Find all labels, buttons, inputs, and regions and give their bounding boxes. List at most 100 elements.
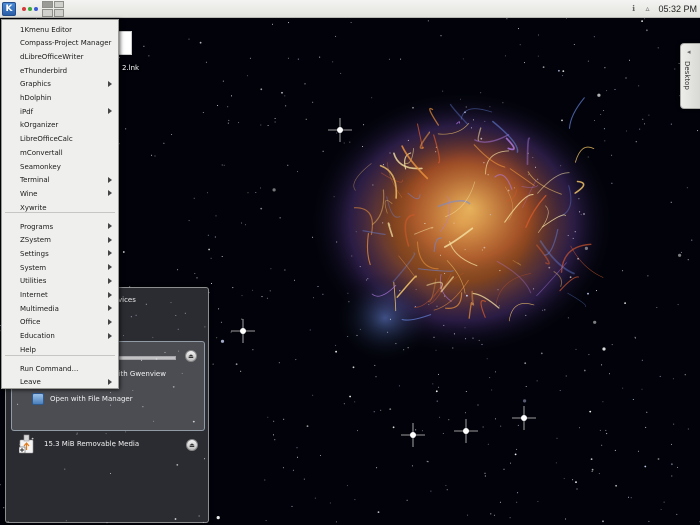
- menu-item-1kmenu-editor[interactable]: 1Kmenu Editor: [2, 23, 118, 36]
- pager-desktop-2[interactable]: [53, 0, 64, 8]
- menu-item-terminal[interactable]: Terminal: [2, 174, 118, 187]
- star: [333, 196, 335, 198]
- star: [218, 308, 220, 310]
- kde-menu-button[interactable]: K: [2, 1, 16, 16]
- menu-item-label: LibreOfficeCalc: [20, 135, 73, 144]
- menu-item-settings[interactable]: Settings: [2, 247, 118, 260]
- menu-item-ipdf[interactable]: iPdf: [2, 105, 118, 118]
- menu-item-office[interactable]: Office: [2, 316, 118, 329]
- menu-item-zsystem[interactable]: ZSystem: [2, 234, 118, 247]
- star: [687, 428, 689, 430]
- star: [411, 465, 413, 467]
- star: [601, 444, 603, 446]
- star: [684, 374, 686, 376]
- tray-expander-icon[interactable]: ▵: [642, 4, 652, 13]
- star: [600, 114, 602, 115]
- star: [227, 122, 229, 124]
- star: [472, 337, 474, 339]
- star: [433, 336, 435, 338]
- star: [467, 514, 469, 516]
- star: [335, 521, 337, 523]
- star: [453, 333, 455, 335]
- desktop-file-shortcut[interactable]: 2.lnk: [118, 31, 144, 75]
- star: [265, 520, 267, 522]
- star: [221, 164, 223, 166]
- clock[interactable]: 05:32 PM: [658, 4, 697, 14]
- action-file-manager[interactable]: Open with File Manager: [32, 393, 133, 405]
- star: [389, 318, 391, 320]
- eject-button[interactable]: ⏏: [185, 350, 197, 362]
- star: [349, 395, 351, 398]
- star: [465, 338, 467, 340]
- menu-item-run-command[interactable]: Run Command...: [2, 362, 118, 375]
- menu-item-mconvertall[interactable]: mConvertall: [2, 146, 118, 159]
- pager-desktop-3[interactable]: [42, 9, 53, 17]
- menu-item-dlibreofficewriter[interactable]: dLibreOfficeWriter: [2, 50, 118, 63]
- menu-item-education[interactable]: Education: [2, 330, 118, 343]
- star: [440, 35, 442, 37]
- star: [273, 434, 274, 436]
- menu-item-utilities[interactable]: Utilities: [2, 275, 118, 288]
- star: [359, 266, 361, 268]
- activities-button[interactable]: [22, 3, 38, 15]
- menu-item-wine[interactable]: Wine: [2, 187, 118, 200]
- star: [371, 97, 373, 99]
- menu-item-hdolphin[interactable]: hDolphin: [2, 92, 118, 105]
- device-item-removable-media[interactable]: 15.3 MiB Removable Media ⏏: [11, 434, 205, 458]
- star: [313, 297, 314, 299]
- star: [291, 505, 293, 507]
- pager-desktop-4[interactable]: [53, 9, 64, 17]
- notifications-icon[interactable]: ℹ: [628, 4, 638, 13]
- menu-item-libreofficecalc[interactable]: LibreOfficeCalc: [2, 133, 118, 146]
- eject-removable-button[interactable]: ⏏: [186, 439, 198, 451]
- star: [446, 489, 448, 491]
- toolbox-label: Desktop: [683, 61, 691, 90]
- star: [444, 273, 446, 275]
- star: [340, 72, 342, 74]
- star: [354, 499, 356, 501]
- menu-item-help[interactable]: Help: [2, 343, 118, 356]
- menu-item-label: Education: [20, 332, 55, 341]
- star: [602, 347, 606, 351]
- star: [426, 460, 428, 462]
- star: [207, 192, 208, 194]
- menu-item-graphics[interactable]: Graphics: [2, 78, 118, 91]
- virtual-desktop-pager[interactable]: [42, 0, 64, 17]
- pager-desktop-1[interactable]: [42, 0, 53, 8]
- star: [489, 377, 491, 379]
- menu-item-compass-project-manager[interactable]: Compass-Project Manager: [2, 37, 118, 50]
- menu-item-xywrite[interactable]: Xywrite: [2, 201, 118, 214]
- menu-item-leave[interactable]: Leave: [2, 376, 118, 389]
- star: [644, 465, 647, 468]
- menu-item-system[interactable]: System: [2, 261, 118, 274]
- star: [630, 497, 632, 499]
- star: [216, 516, 220, 520]
- menu-item-seamonkey[interactable]: Seamonkey: [2, 160, 118, 173]
- document-icon: [118, 31, 132, 55]
- menu-item-label: ZSystem: [20, 236, 51, 245]
- star: [598, 473, 600, 475]
- desktop-toolbox[interactable]: ◂ Desktop: [680, 43, 700, 109]
- star: [335, 35, 337, 37]
- star: [491, 389, 493, 391]
- star: [589, 410, 592, 413]
- menu-item-korganizer[interactable]: kOrganizer: [2, 119, 118, 132]
- star: [295, 359, 297, 361]
- menu-item-label: Graphics: [20, 80, 51, 89]
- star: [376, 467, 378, 469]
- star: [252, 349, 254, 351]
- star: [439, 416, 441, 418]
- star: [260, 124, 262, 126]
- menu-item-ethunderbird[interactable]: eThunderbird: [2, 64, 118, 77]
- star: [558, 69, 560, 72]
- menu-item-label: Run Command...: [20, 364, 79, 373]
- menu-item-internet[interactable]: Internet: [2, 289, 118, 302]
- star: [489, 106, 491, 108]
- usb-drive-icon: [19, 434, 34, 454]
- star: [279, 217, 281, 219]
- star: [435, 146, 437, 148]
- star: [524, 62, 525, 64]
- menu-item-programs[interactable]: Programs: [2, 220, 118, 233]
- star: [283, 418, 285, 420]
- menu-item-multimedia[interactable]: Multimedia: [2, 302, 118, 315]
